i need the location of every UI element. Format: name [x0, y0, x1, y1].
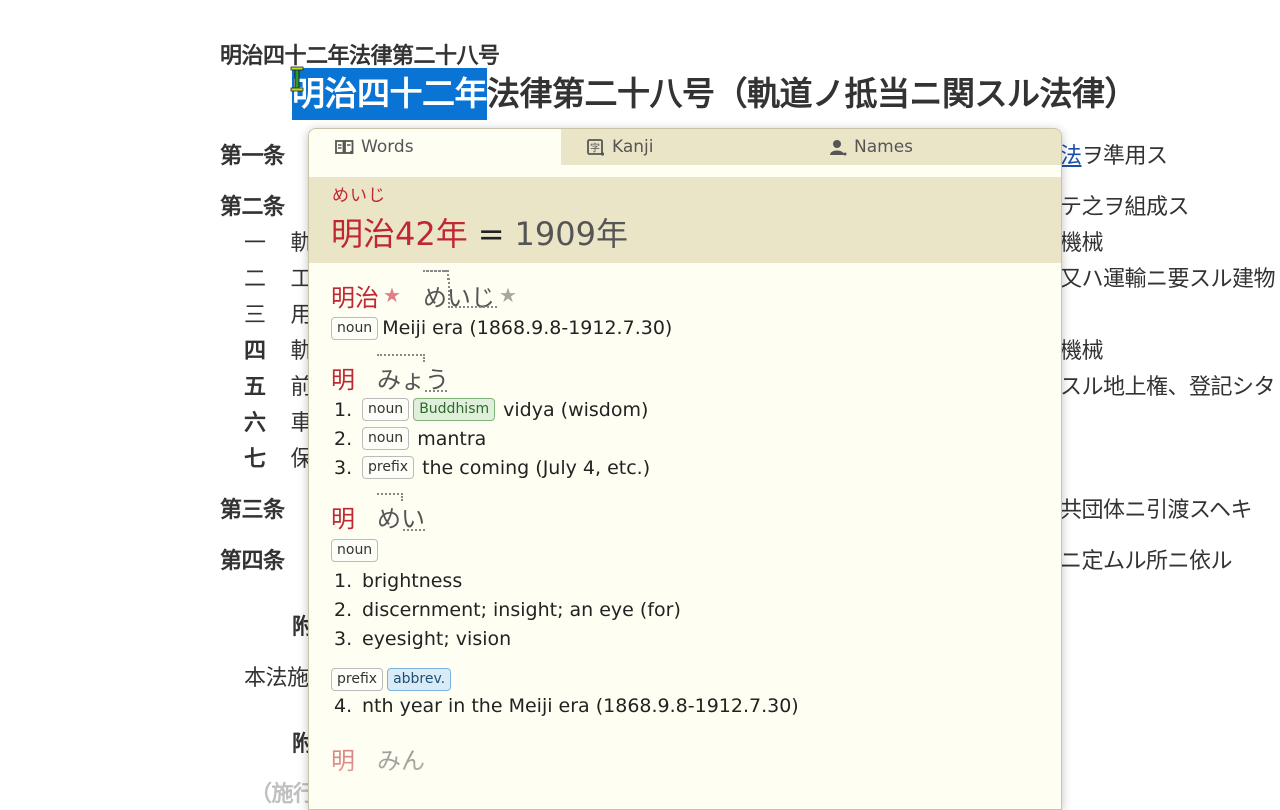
field-tag: Buddhism — [413, 398, 496, 421]
law-title-rest: 法律第二十八号（軌道ノ抵当ニ関スル法律） — [487, 74, 1138, 113]
reading-star-icon: ★ — [498, 283, 517, 307]
article-3-text-fragment: 共団体ニ引渡スヘキ — [1060, 498, 1252, 523]
article-2-text-fragment: テ之ヲ組成ス — [1060, 195, 1190, 220]
book-icon — [335, 140, 354, 155]
item-3-label: 三用 — [244, 303, 313, 328]
equals-sign: = — [477, 215, 505, 253]
pos-tag: prefix — [362, 456, 415, 479]
selected-text[interactable]: 明治四十二年 — [292, 68, 488, 120]
text-cursor-icon — [290, 66, 304, 92]
gloss: discernment; insight; an eye (for) — [362, 598, 681, 621]
gloss: brightness — [362, 569, 463, 592]
gregorian-year: 1909年 — [514, 215, 628, 253]
era-conversion-band: めいじ 明治42年 = 1909年 — [309, 177, 1061, 263]
entry-kanji: 明治 — [331, 283, 379, 312]
era-reading: めいじ — [332, 186, 386, 206]
gloss: vidya (wisdom) — [503, 398, 649, 421]
word-entry[interactable]: 明治 ★ めいじ ★ noun Meiji era (1868.9.8-1912… — [331, 269, 1051, 343]
article-4-text-fragment: ニ定ムル所ニ依ル — [1060, 549, 1233, 574]
dictionary-popup: Words 字 Kanji Names めいじ 明治42年 = 1909年 明治… — [308, 128, 1062, 810]
pos-tag: prefix — [331, 668, 384, 691]
sense: 1. noun Buddhism vidya (wisdom) — [334, 398, 649, 421]
common-star-icon: ★ — [383, 283, 401, 307]
sense: 3. prefix the coming (July 4, etc.) — [334, 456, 651, 479]
item-4-label: 四軌 — [244, 339, 313, 364]
entry-reading: みん — [377, 746, 425, 775]
pos-tag: noun — [362, 398, 410, 421]
article-3-label: 第三条 — [220, 498, 285, 523]
law-title: 明治四十二年法律第二十八号（軌道ノ抵当ニ関スル法律） — [292, 68, 1138, 120]
item-1-text-fragment: 機械 — [1060, 231, 1104, 256]
tab-kanji[interactable]: 字 Kanji — [561, 129, 811, 165]
item-6-label: 六車 — [244, 411, 313, 436]
gloss: mantra — [417, 427, 487, 450]
pitch-accent-marker — [422, 269, 449, 280]
law-subtitle: 明治四十二年法律第二十八号 — [220, 44, 500, 69]
popup-tab-bar: Words 字 Kanji Names — [309, 129, 1061, 165]
gloss: nth year in the Meiji era (1868.9.8-1912… — [362, 694, 799, 717]
entry-kanji: 明 — [331, 504, 355, 533]
word-entries-list: 明治 ★ めいじ ★ noun Meiji era (1868.9.8-1912… — [331, 269, 1051, 776]
item-5-text-fragment: スル地上権、登記シタ — [1060, 375, 1276, 400]
pitch-accent-marker-top — [422, 269, 447, 272]
sense: 1. brightness — [334, 569, 463, 592]
sense: 3. eyesight; vision — [334, 627, 512, 650]
sense: 2. discernment; insight; an eye (for) — [334, 598, 681, 621]
era-year: 明治42年 — [331, 215, 468, 253]
item-4-text-fragment: 機械 — [1060, 339, 1104, 364]
article-4-label: 第四条 — [220, 549, 285, 574]
sense: noun Meiji era (1868.9.8-1912.7.30) — [331, 313, 1051, 343]
article-1-text-fragment: 法ヲ準用ス — [1060, 144, 1168, 169]
sense: 4. nth year in the Meiji era (1868.9.8-1… — [334, 694, 799, 717]
kanji-icon: 字 — [587, 138, 605, 156]
entry-kanji: 明 — [331, 746, 355, 775]
era-conversion: 明治42年 = 1909年 — [331, 209, 628, 255]
item-2-text-fragment: 又ハ運輸ニ要スル建物 — [1060, 267, 1276, 292]
tab-words[interactable]: Words — [309, 129, 561, 165]
tab-words-label: Words — [361, 137, 414, 157]
gloss: Meiji era (1868.9.8-1912.7.30) — [382, 317, 673, 339]
enforcement-note: （施行 — [250, 782, 315, 807]
entry-reading: めいじ — [422, 269, 497, 313]
word-entry[interactable]: 明 めい noun 1. brightness 2. discernment; … — [331, 492, 1051, 720]
word-entry[interactable]: 明 みょう 1. noun Buddhism vidya (wisdom) 2.… — [331, 353, 1051, 482]
supplementary-text: 本法施 — [244, 666, 309, 691]
pos-tag: noun — [331, 316, 379, 340]
item-2-label: 二工 — [244, 267, 313, 292]
gloss: the coming (July 4, etc.) — [422, 456, 651, 479]
sense: 2. noun mantra — [334, 427, 487, 450]
gloss: eyesight; vision — [362, 627, 512, 650]
item-5-label: 五前 — [244, 375, 313, 400]
pitch-accent-marker — [377, 492, 403, 501]
svg-text:字: 字 — [590, 141, 600, 154]
pitch-accent-marker — [377, 353, 425, 362]
person-icon — [830, 139, 847, 155]
misc-tag: abbrev. — [387, 668, 452, 691]
item-1-label: 一軌 — [244, 231, 313, 256]
pos-tag: noun — [331, 538, 379, 562]
item-7-label: 七保 — [244, 447, 313, 472]
law-link[interactable]: 法 — [1060, 144, 1082, 169]
word-entry[interactable]: 明 みん — [331, 734, 1051, 776]
pos-tag: noun — [362, 427, 410, 450]
tab-names[interactable]: Names — [811, 129, 1061, 165]
tab-names-label: Names — [854, 137, 914, 157]
entry-reading: めい — [377, 492, 425, 534]
entry-reading: みょう — [377, 353, 449, 395]
article-2-label: 第二条 — [220, 195, 285, 220]
entry-kanji: 明 — [331, 365, 355, 394]
article-1-label: 第一条 — [220, 144, 285, 169]
tab-kanji-label: Kanji — [612, 137, 654, 157]
